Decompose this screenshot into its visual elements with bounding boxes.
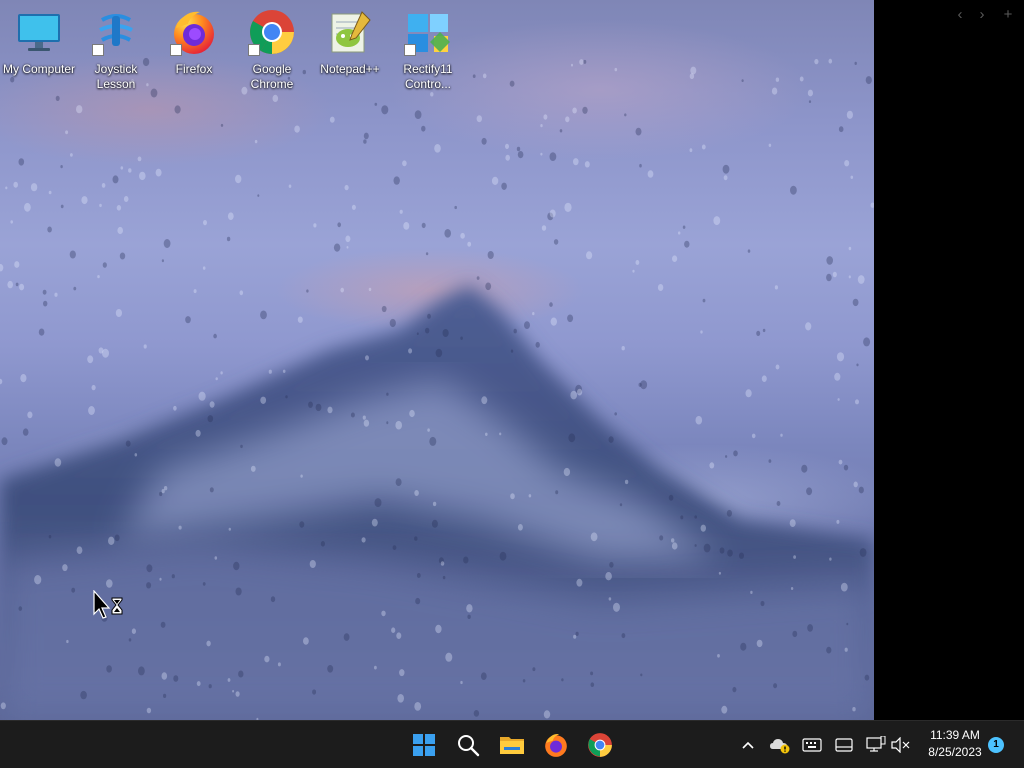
keyboard-icon [802,738,822,752]
side-panel: ‹ › + [874,0,1024,720]
tablet-icon [835,738,853,752]
shortcut-arrow-icon [248,44,260,56]
desktop-icon-my-computer[interactable]: My Computer [0,4,78,92]
firefox-icon [170,8,218,56]
chrome-icon [248,8,296,56]
network-icon [866,736,886,752]
panel-add-button[interactable]: + [998,4,1018,26]
busy-cursor-icon [93,590,123,619]
file-explorer-button[interactable] [492,725,532,765]
desktop-icon-notepadpp[interactable]: Notepad++ [311,4,389,92]
desktop-icon-rectify11-control[interactable]: Rectify11 Contro... [389,4,467,92]
search-icon [458,735,480,757]
tray-onedrive[interactable] [768,733,792,757]
taskbar-clock[interactable]: 11:39 AM 8/25/2023 [922,727,988,763]
taskbar-chrome-button[interactable] [580,725,620,765]
notepadpp-icon [326,8,374,56]
panel-next-button[interactable]: › [972,4,992,26]
tray-overflow-chevron[interactable] [736,733,760,757]
shortcut-arrow-icon [170,44,182,56]
chrome-icon [588,733,612,757]
desktop-icon-joystick-lesson[interactable]: Joystick Lesson [77,4,155,92]
shortcut-arrow-icon [92,44,104,56]
desktop-icon-label: Firefox [175,62,213,76]
desktop-icon-label: Notepad++ [320,62,380,76]
joystick-lesson-icon [92,8,140,56]
desktop-icon-label: Rectify11 Contro... [403,62,453,91]
raindrops-overlay [0,57,874,720]
desktop-icon-label: My Computer [2,62,76,76]
search-button[interactable] [448,725,488,765]
tray-keyboard[interactable] [800,733,824,757]
taskbar: 11:39 AM 8/25/2023 1 [0,720,1024,768]
desktop-icon-google-chrome[interactable]: Google Chrome [233,4,311,92]
notification-badge[interactable]: 1 [988,737,1004,753]
desktop[interactable]: My Computer Joystick Lesson Firefox Goog… [0,0,874,720]
desktop-icon-label: Joystick Lesson [94,62,138,91]
control-panel-icon [404,8,452,56]
desktop-icon-firefox[interactable]: Firefox [155,4,233,92]
start-icon [413,734,435,756]
clock-date: 8/25/2023 [928,745,982,759]
chevron-up-icon [742,741,754,749]
start-button[interactable] [404,725,444,765]
volume-muted-icon [891,737,910,753]
file-explorer-icon [500,737,524,754]
taskbar-firefox-button[interactable] [536,725,576,765]
panel-prev-button[interactable]: ‹ [950,4,970,26]
shortcut-arrow-icon [404,44,416,56]
desktop-icon-label: Google Chrome [250,62,294,91]
onedrive-icon [770,739,790,754]
monitor-icon [15,8,63,56]
tray-tablet[interactable] [832,733,856,757]
clock-time: 11:39 AM [930,728,980,742]
tray-volume[interactable] [888,733,912,757]
firefox-icon [545,734,567,757]
tray-network[interactable] [864,733,888,757]
